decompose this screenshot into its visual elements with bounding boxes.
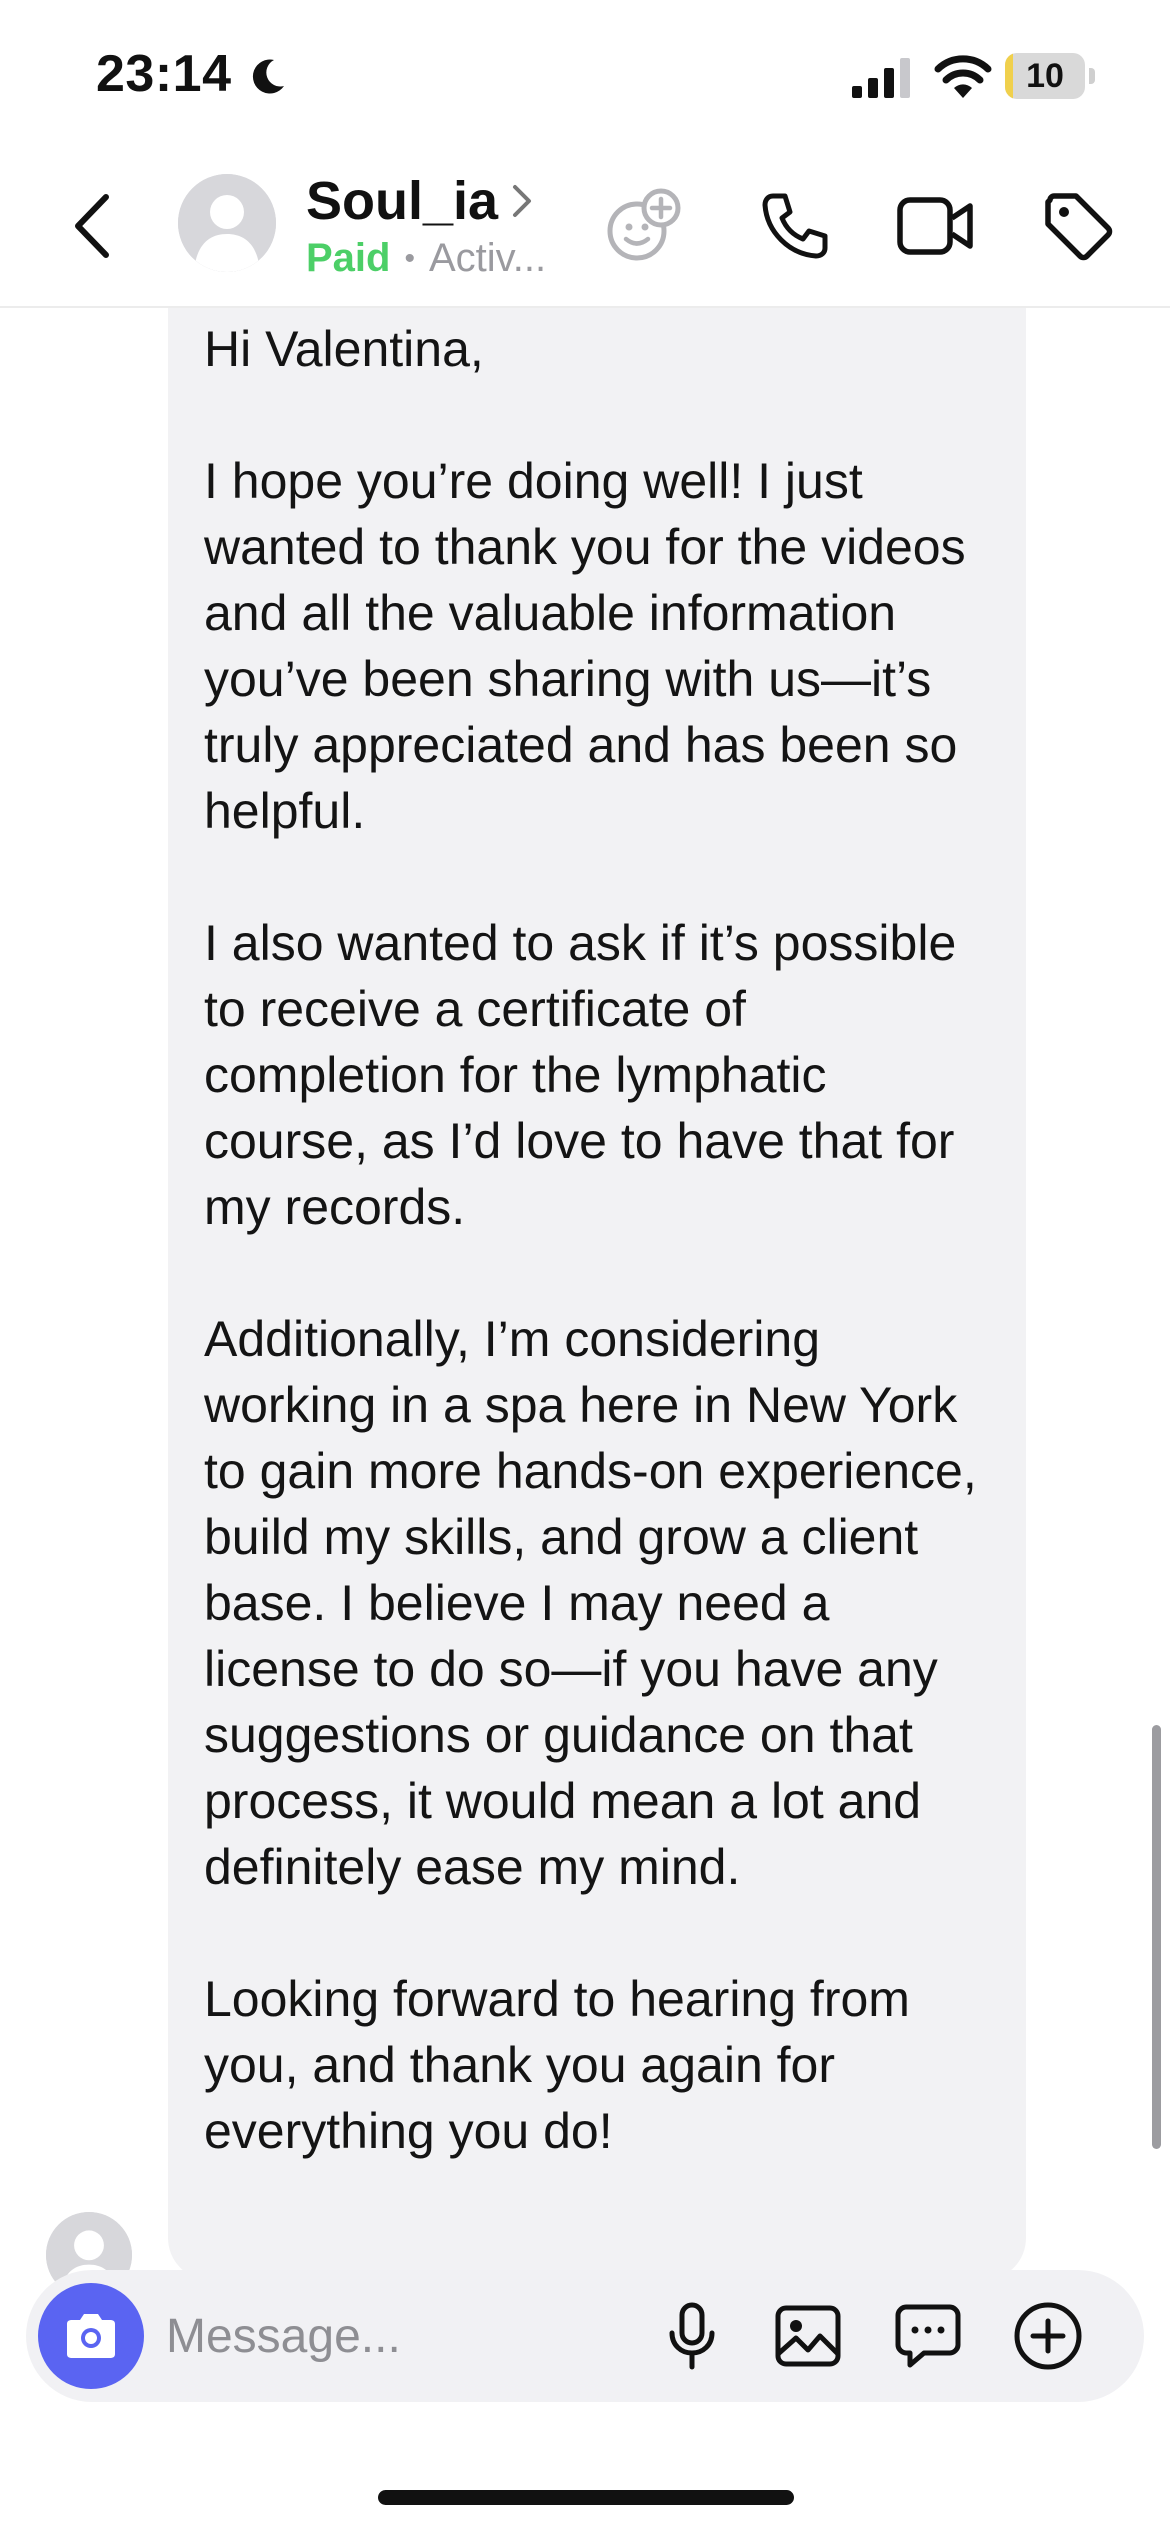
scrollbar[interactable]	[1152, 1725, 1161, 2149]
microphone-icon	[669, 2302, 715, 2370]
chat-screen: 23:14 10 Soul_ia Paid • Activ... Hi Vale…	[0, 0, 1170, 2532]
chat-header: Soul_ia Paid • Activ...	[0, 150, 1170, 308]
add-emoji-icon	[607, 188, 681, 261]
add-attachment-button[interactable]	[1008, 2296, 1088, 2376]
contact-avatar[interactable]	[178, 174, 276, 272]
back-chevron-icon	[75, 194, 109, 258]
wifi-icon	[934, 55, 992, 98]
message-composer	[26, 2270, 1144, 2402]
tag-icon	[1045, 193, 1113, 261]
call-button[interactable]	[755, 186, 835, 266]
chat-bubble-icon	[895, 2304, 961, 2368]
battery-cap	[1089, 68, 1095, 84]
camera-icon	[67, 2314, 115, 2358]
signal-icon	[852, 58, 910, 98]
home-indicator[interactable]	[378, 2490, 794, 2505]
plus-circle-icon	[1014, 2302, 1082, 2370]
status-time: 23:14	[96, 45, 232, 103]
camera-button[interactable]	[38, 2283, 144, 2389]
add-emoji-button[interactable]	[604, 186, 684, 266]
image-icon	[775, 2305, 841, 2367]
subtitle-separator: •	[404, 241, 415, 275]
message-bubble[interactable]: Hi Valentina, I hope you’re doing well! …	[168, 308, 1026, 2278]
quick-reply-button[interactable]	[888, 2296, 968, 2376]
moon-icon	[252, 59, 284, 94]
voice-message-button[interactable]	[652, 2296, 732, 2376]
battery-icon: 10	[1005, 53, 1095, 99]
back-button[interactable]	[62, 186, 122, 266]
chevron-right-icon	[513, 185, 532, 217]
message-list[interactable]: Hi Valentina, I hope you’re doing well! …	[0, 308, 1170, 2278]
contact-name: Soul_ia	[306, 171, 499, 231]
paid-badge: Paid	[306, 236, 391, 280]
battery-level: 10	[1026, 57, 1064, 95]
video-call-button[interactable]	[895, 186, 975, 266]
contact-subtitle: Paid • Activ...	[306, 236, 546, 281]
phone-icon	[762, 193, 828, 259]
image-button[interactable]	[768, 2296, 848, 2376]
video-camera-icon	[897, 197, 973, 255]
contact-name-row[interactable]: Soul_ia	[306, 170, 534, 232]
battery-body: 10	[1005, 53, 1085, 99]
message-input[interactable]	[166, 2296, 636, 2376]
activity-status: Activ...	[429, 236, 547, 280]
message-text: Hi Valentina, I hope you’re doing well! …	[204, 321, 977, 2159]
avatar-placeholder-icon	[178, 174, 276, 272]
status-bar: 23:14 10	[0, 0, 1170, 150]
tag-button[interactable]	[1038, 186, 1118, 266]
